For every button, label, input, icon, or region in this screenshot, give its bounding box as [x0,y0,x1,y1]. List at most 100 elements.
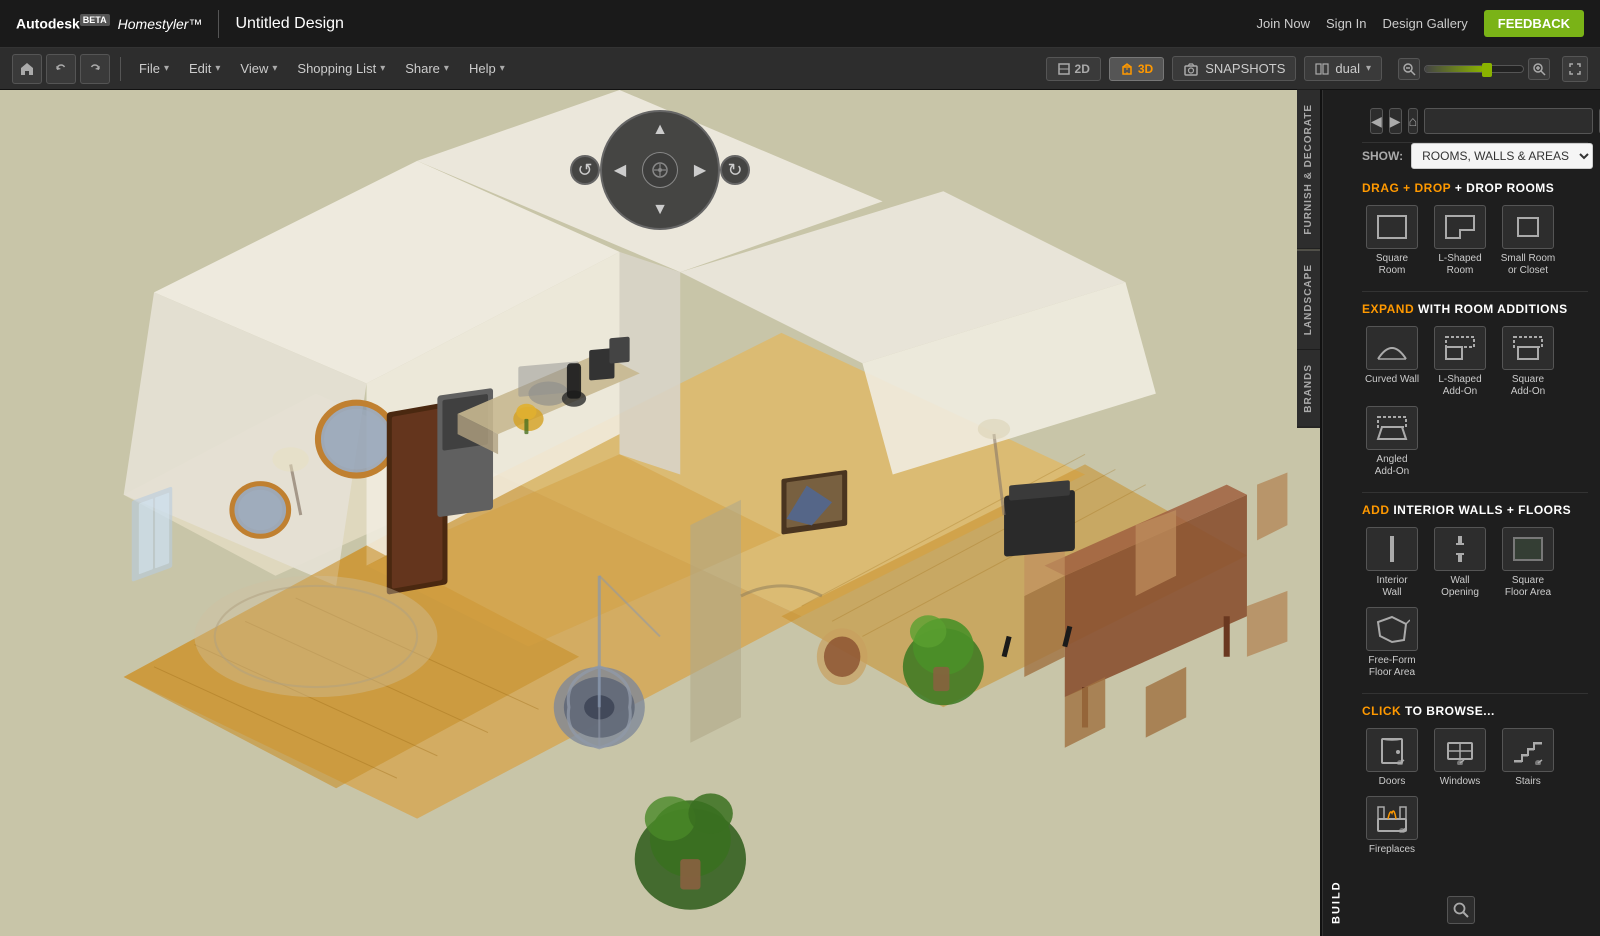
right-sidebar: FURNISH & DECORATE LANDSCAPE BRANDS BUIL… [1320,90,1600,936]
interior-wall-icon [1374,534,1410,564]
nav-controls: ↺ ▲ ▼ ◀ ▶ ↻ [600,110,720,230]
undo-button[interactable] [46,54,76,84]
free-form-floor-item[interactable]: Free-FormFloor Area [1362,607,1422,679]
nav-center-button[interactable] [642,152,678,188]
wall-opening-item[interactable]: WallOpening [1430,527,1490,599]
sidebar-zoom-button[interactable] [1447,896,1475,924]
share-menu[interactable]: Share▾ [397,55,457,83]
furnish-decorate-tab[interactable]: FURNISH & DECORATE [1297,90,1320,250]
zoom-bar-thumb[interactable] [1482,63,1492,77]
angled-addon-label: AngledAdd-On [1375,454,1409,478]
brands-tab[interactable]: BRANDS [1297,350,1320,428]
fullscreen-button[interactable] [1562,56,1588,82]
square-addon-icon-box [1502,326,1554,370]
l-shaped-addon-icon-box [1434,326,1486,370]
doors-icon [1374,735,1410,765]
nav-back-button[interactable]: ◀ [1370,108,1383,134]
home-button[interactable] [12,54,42,84]
title-separator [218,10,219,38]
show-dropdown[interactable]: ROOMS, WALLS & AREAS [1411,143,1593,169]
canvas-area[interactable]: ↺ ▲ ▼ ◀ ▶ ↻ [0,90,1320,936]
sidebar-search-input[interactable] [1424,108,1593,134]
edit-menu[interactable]: Edit▾ [181,55,228,83]
square-floor-item[interactable]: SquareFloor Area [1498,527,1558,599]
interior-wall-label: InteriorWall [1376,575,1407,599]
curved-wall-icon [1374,333,1410,363]
logo-area: AutodeskBETA Homestyler™ [16,15,202,32]
interior-wall-item[interactable]: InteriorWall [1362,527,1422,599]
square-addon-item[interactable]: SquareAdd-On [1498,326,1558,398]
browse-header: CLICK TO BROWSE... [1362,704,1588,718]
angled-addon-icon-box [1366,406,1418,450]
small-room-icon-box [1502,205,1554,249]
square-room-label: SquareRoom [1376,253,1408,277]
doors-label: Doors [1379,776,1406,788]
square-addon-icon [1510,333,1546,363]
separator1 [120,57,121,81]
help-menu[interactable]: Help▾ [461,55,513,83]
interior-walls-header: ADD INTERIOR WALLS + FLOORS [1362,503,1588,517]
feedback-button[interactable]: FEEDBACK [1484,10,1584,37]
expand-grid: Curved Wall L-ShapedAdd-On [1362,326,1588,478]
rotate-right-button[interactable]: ↻ [720,155,750,185]
curved-wall-label: Curved Wall [1365,374,1419,386]
join-now-link[interactable]: Join Now [1257,16,1310,31]
dual-button[interactable]: dual▾ [1304,56,1382,81]
pan-left-button[interactable]: ◀ [608,158,632,182]
pan-right-button[interactable]: ▶ [688,158,712,182]
camera-icon [1183,62,1199,76]
sign-in-link[interactable]: Sign In [1326,16,1366,31]
dual-icon [1315,62,1329,76]
shopping-list-menu[interactable]: Shopping List▾ [289,55,393,83]
square-floor-icon [1510,534,1546,564]
square-room-icon-box [1366,205,1418,249]
zoom-in-button[interactable] [1528,58,1550,80]
build-tab[interactable]: BUILD [1322,90,1350,936]
fireplaces-label: Fireplaces [1369,844,1415,856]
drag-drop-rooms-grid: SquareRoom L-ShapedRoom [1362,205,1588,277]
curved-wall-item[interactable]: Curved Wall [1362,326,1422,398]
snapshots-button[interactable]: SNAPSHOTS [1172,56,1296,81]
free-form-floor-icon [1374,614,1410,644]
design-gallery-link[interactable]: Design Gallery [1383,16,1468,31]
square-floor-icon-box [1502,527,1554,571]
sidebar-vertical-tabs: FURNISH & DECORATE LANDSCAPE BRANDS [1294,90,1322,936]
redo-button[interactable] [80,54,110,84]
section-divider-3 [1362,693,1588,694]
file-menu[interactable]: File▾ [131,55,177,83]
stairs-item[interactable]: Stairs [1498,728,1558,788]
square-addon-label: SquareAdd-On [1511,374,1545,398]
section-divider-1 [1362,291,1588,292]
l-shaped-addon-item[interactable]: L-ShapedAdd-On [1430,326,1490,398]
nav-forward-button[interactable]: ▶ [1389,108,1402,134]
landscape-tab[interactable]: LANDSCAPE [1297,250,1320,350]
fullscreen-icon [1568,62,1582,76]
zoom-out-button[interactable] [1398,58,1420,80]
windows-icon [1442,735,1478,765]
drag-drop-rooms-header: DRAG + DROP + DROP ROOMS [1362,181,1588,195]
pan-down-button[interactable]: ▼ [648,198,672,222]
windows-item[interactable]: Windows [1430,728,1490,788]
l-shaped-room-icon [1442,212,1478,242]
browse-grid: Doors Windows [1362,728,1588,856]
doors-item[interactable]: Doors [1362,728,1422,788]
view-menu[interactable]: View▾ [232,55,285,83]
3d-view-button[interactable]: 3D [1109,57,1164,81]
magnify-icon [1453,902,1469,918]
small-room-item[interactable]: Small Roomor Closet [1498,205,1558,277]
pan-up-button[interactable]: ▲ [648,118,672,142]
l-shaped-room-item[interactable]: L-ShapedRoom [1430,205,1490,277]
fireplaces-item[interactable]: Fireplaces [1362,796,1422,856]
main-area: ↺ ▲ ▼ ◀ ▶ ↻ [0,90,1600,936]
rotate-left-button[interactable]: ↺ [570,155,600,185]
2d-icon [1057,62,1071,76]
wall-opening-label: WallOpening [1441,575,1479,599]
angled-addon-item[interactable]: AngledAdd-On [1362,406,1422,478]
zoom-bar[interactable] [1424,65,1524,73]
2d-view-button[interactable]: 2D [1046,57,1101,81]
square-room-item[interactable]: SquareRoom [1362,205,1422,277]
wall-opening-icon-box [1434,527,1486,571]
stairs-label: Stairs [1515,776,1541,788]
small-room-label: Small Roomor Closet [1501,253,1555,277]
nav-home-button[interactable]: ⌂ [1408,108,1418,134]
